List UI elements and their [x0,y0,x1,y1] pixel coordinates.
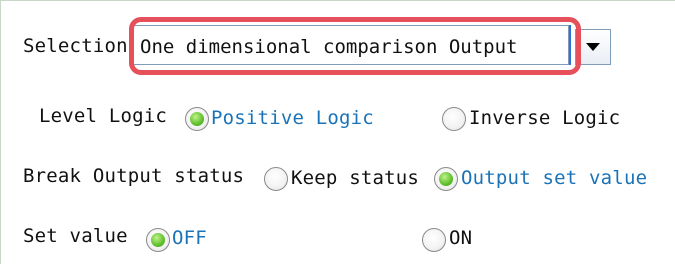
inverse-logic-label[interactable]: Inverse Logic [469,107,620,129]
break-output-status-label: Break Output status [23,165,245,187]
off-radio[interactable] [146,228,170,252]
settings-panel: Selection One dimensional comparison Out… [0,0,675,264]
off-label[interactable]: OFF [172,227,207,249]
dropdown-focus-separator [569,25,571,65]
chevron-down-icon [586,43,600,51]
positive-logic-radio[interactable] [185,107,209,131]
selection-value-box[interactable]: One dimensional comparison Output [131,25,569,65]
radio-selected-dot [190,112,204,126]
on-label[interactable]: ON [449,227,472,249]
radio-selected-dot [151,233,165,247]
inverse-logic-radio[interactable] [442,107,466,131]
positive-logic-label[interactable]: Positive Logic [211,107,374,129]
output-set-value-label[interactable]: Output set value [461,167,647,189]
selection-dropdown[interactable]: One dimensional comparison Output [131,25,611,67]
selection-label: Selection [23,35,128,57]
radio-selected-dot [439,172,453,186]
selection-value: One dimensional comparison Output [140,36,518,58]
on-radio[interactable] [422,228,446,252]
dropdown-button[interactable] [575,29,611,65]
level-logic-label: Level Logic [39,105,168,127]
output-set-value-radio[interactable] [434,167,458,191]
keep-status-label[interactable]: Keep status [291,167,419,189]
set-value-label: Set value [23,225,128,247]
keep-status-radio[interactable] [264,167,288,191]
